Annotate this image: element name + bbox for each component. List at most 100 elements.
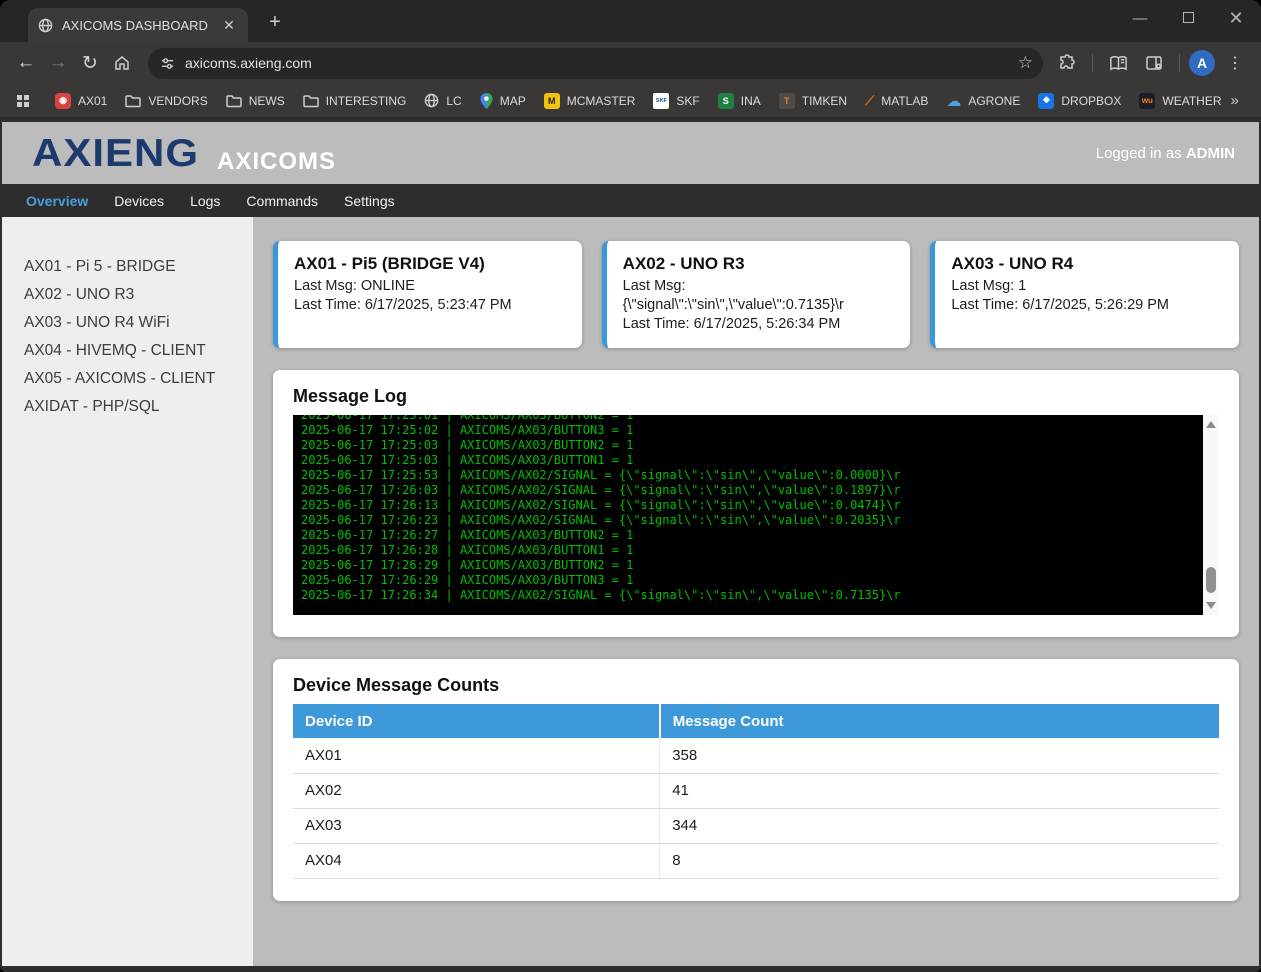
- device-card-ax02[interactable]: AX02 - UNO R3 Last Msg: {\"signal\":\"si…: [602, 241, 911, 348]
- scroll-up-icon[interactable]: [1206, 421, 1216, 428]
- minimize-button[interactable]: —: [1129, 10, 1151, 27]
- cell-device-id: AX03: [293, 808, 660, 843]
- bookmark-star-icon[interactable]: ☆: [1018, 53, 1033, 73]
- sidebar-item-ax04[interactable]: AX04 - HIVEMQ - CLIENT: [24, 337, 253, 365]
- bookmark-dropbox[interactable]: ❖ DROPBOX: [1029, 89, 1130, 113]
- tab-close-icon[interactable]: ✕: [220, 16, 238, 34]
- col-message-count: Message Count: [660, 704, 1219, 738]
- table-row[interactable]: AX03 344: [293, 808, 1219, 843]
- maximize-button[interactable]: [1177, 10, 1199, 27]
- sidebar-item-ax02[interactable]: AX02 - UNO R3: [24, 281, 253, 309]
- cell-message-count: 358: [660, 738, 1219, 773]
- side-panel-icon[interactable]: [1138, 47, 1170, 79]
- skf-icon: SKF: [653, 93, 669, 109]
- sidebar-item-axidat[interactable]: AXIDAT - PHP/SQL: [24, 393, 253, 421]
- sidebar-item-ax01[interactable]: AX01 - Pi 5 - BRIDGE: [24, 253, 253, 281]
- browser-toolbar: ← → ↻ axicoms.axieng.com ☆ A ⋮: [0, 42, 1261, 84]
- card-last-time: Last Time: 6/17/2025, 5:26:34 PM: [623, 315, 895, 334]
- log-line: 2025-06-17 17:25:01 | AXICOMS/AX03/BUTTO…: [301, 415, 1203, 423]
- bookmarks-bar: ◉ AX01 VENDORS NEWS INTERESTING LC MAP M…: [0, 84, 1261, 118]
- extensions-icon[interactable]: [1051, 47, 1083, 79]
- bookmarks-overflow-icon[interactable]: »: [1230, 92, 1252, 109]
- site-settings-icon[interactable]: [160, 56, 175, 71]
- log-line: 2025-06-17 17:25:53 | AXICOMS/AX02/SIGNA…: [301, 468, 1203, 483]
- apps-grid-icon[interactable]: [10, 88, 36, 114]
- reload-icon[interactable]: ↻: [74, 47, 106, 79]
- table-row[interactable]: AX04 8: [293, 843, 1219, 878]
- log-line: 2025-06-17 17:26:13 | AXICOMS/AX02/SIGNA…: [301, 498, 1203, 513]
- bookmark-map[interactable]: MAP: [471, 89, 535, 113]
- bookmark-ax01[interactable]: ◉ AX01: [46, 89, 116, 113]
- folder-icon: [303, 94, 319, 108]
- message-log-terminal[interactable]: 2025-06-17 17:25:01 | AXICOMS/AX03/BUTTO…: [293, 415, 1203, 615]
- nav-devices[interactable]: Devices: [114, 193, 164, 209]
- sidebar-item-ax03[interactable]: AX03 - UNO R4 WiFi: [24, 309, 253, 337]
- back-icon[interactable]: ←: [10, 47, 42, 79]
- log-line: 2025-06-17 17:25:03 | AXICOMS/AX03/BUTTO…: [301, 438, 1203, 453]
- folder-icon: [125, 94, 141, 108]
- dropbox-icon: ❖: [1038, 93, 1054, 109]
- cell-device-id: AX01: [293, 738, 660, 773]
- reading-list-icon[interactable]: [1102, 47, 1134, 79]
- message-counts-section: Device Message Counts Device ID Message …: [273, 659, 1239, 901]
- axieng-logo: AXIENG: [32, 134, 199, 173]
- address-bar[interactable]: axicoms.axieng.com ☆: [148, 48, 1043, 79]
- toolbar-actions: A ⋮: [1051, 47, 1251, 79]
- app-name: AXICOMS: [217, 148, 336, 176]
- nav-commands[interactable]: Commands: [246, 193, 318, 209]
- toolbar-divider: [1179, 54, 1180, 72]
- menu-kebab-icon[interactable]: ⋮: [1219, 47, 1251, 79]
- device-card-ax03[interactable]: AX03 - UNO R4 Last Msg: 1 Last Time: 6/1…: [930, 241, 1239, 348]
- card-last-msg: Last Msg: ONLINE: [294, 277, 566, 296]
- bookmark-ina[interactable]: S INA: [709, 89, 770, 113]
- card-title: AX03 - UNO R4: [951, 254, 1223, 274]
- timken-icon: T: [779, 93, 795, 109]
- bookmark-vendors[interactable]: VENDORS: [116, 89, 216, 113]
- card-last-time: Last Time: 6/17/2025, 5:23:47 PM: [294, 296, 566, 315]
- bookmark-news[interactable]: NEWS: [217, 89, 294, 113]
- bookmark-lc[interactable]: LC: [415, 89, 470, 113]
- close-button[interactable]: ✕: [1225, 8, 1247, 29]
- table-header-row: Device ID Message Count: [293, 704, 1219, 738]
- bookmark-matlab[interactable]: ⟋ MATLAB: [856, 89, 937, 113]
- nav-settings[interactable]: Settings: [344, 193, 395, 209]
- tab-title: AXICOMS DASHBOARD V4: [62, 18, 211, 33]
- bookmark-interesting[interactable]: INTERESTING: [294, 89, 416, 113]
- bookmark-mcmaster[interactable]: M MCMASTER: [535, 89, 645, 113]
- log-line: 2025-06-17 17:26:34 | AXICOMS/AX02/SIGNA…: [301, 588, 1203, 603]
- log-line: 2025-06-17 17:26:03 | AXICOMS/AX02/SIGNA…: [301, 483, 1203, 498]
- browser-tab[interactable]: AXICOMS DASHBOARD V4 ✕: [28, 8, 248, 42]
- web-page: AXIENG AXICOMS Logged in as ADMIN Overvi…: [0, 118, 1261, 972]
- bookmark-weather[interactable]: wu WEATHER: [1130, 89, 1230, 113]
- mcmaster-icon: M: [544, 93, 560, 109]
- forward-icon[interactable]: →: [42, 47, 74, 79]
- main-content: AX01 - Pi5 (BRIDGE V4) Last Msg: ONLINE …: [253, 217, 1259, 966]
- globe-icon: [38, 18, 53, 33]
- new-tab-button[interactable]: +: [262, 11, 288, 34]
- nav-overview[interactable]: Overview: [26, 193, 88, 209]
- log-line: 2025-06-17 17:26:29 | AXICOMS/AX03/BUTTO…: [301, 573, 1203, 588]
- bookmark-timken[interactable]: T TIMKEN: [770, 89, 856, 113]
- device-card-ax01[interactable]: AX01 - Pi5 (BRIDGE V4) Last Msg: ONLINE …: [273, 241, 582, 348]
- toolbar-divider: [1092, 54, 1093, 72]
- message-log-title: Message Log: [293, 386, 1219, 407]
- scroll-down-icon[interactable]: [1206, 602, 1216, 609]
- bookmark-skf[interactable]: SKF SKF: [644, 89, 708, 113]
- bookmark-agrone[interactable]: ☁ AGRONE: [937, 89, 1029, 113]
- table-row[interactable]: AX02 41: [293, 773, 1219, 808]
- message-log-section: Message Log 2025-06-17 17:25:01 | AXICOM…: [273, 370, 1239, 637]
- sidebar-item-ax05[interactable]: AX05 - AXICOMS - CLIENT: [24, 365, 253, 393]
- card-last-msg: Last Msg: 1: [951, 277, 1223, 296]
- cell-device-id: AX02: [293, 773, 660, 808]
- browser-window: AXICOMS DASHBOARD V4 ✕ + — ✕ ← → ↻ axico…: [0, 0, 1261, 972]
- nav-logs[interactable]: Logs: [190, 193, 220, 209]
- site-nav: Overview Devices Logs Commands Settings: [2, 184, 1259, 217]
- home-icon[interactable]: [106, 47, 138, 79]
- log-scrollbar[interactable]: [1203, 415, 1219, 615]
- table-row[interactable]: AX01 358: [293, 738, 1219, 773]
- scrollbar-thumb[interactable]: [1206, 567, 1216, 593]
- profile-avatar[interactable]: A: [1189, 50, 1215, 76]
- url-text[interactable]: axicoms.axieng.com: [185, 55, 1018, 71]
- card-last-msg: Last Msg:: [623, 277, 895, 296]
- log-line: 2025-06-17 17:26:28 | AXICOMS/AX03/BUTTO…: [301, 543, 1203, 558]
